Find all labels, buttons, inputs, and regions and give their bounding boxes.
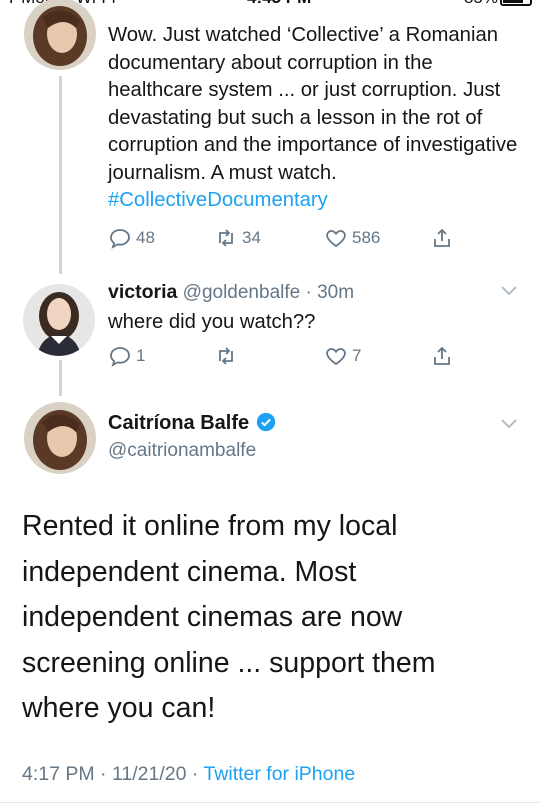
like-icon <box>326 230 346 248</box>
share-button[interactable] <box>430 342 458 370</box>
user-handle[interactable]: @caitrionambalfe <box>108 440 256 462</box>
reply-count: 1 <box>136 346 146 365</box>
verified-badge-icon <box>257 412 276 432</box>
share-button[interactable] <box>430 224 458 252</box>
reply-button[interactable]: 48 <box>108 224 155 252</box>
retweet-icon <box>219 229 233 247</box>
thread-line <box>59 76 62 274</box>
like-icon <box>326 348 346 366</box>
tweet2-actions: 1 7 <box>108 342 458 370</box>
avatar-victoria[interactable] <box>23 284 95 356</box>
tweet2-header: victoria @goldenbalfe · 30m <box>108 281 354 304</box>
reply-count: 48 <box>136 228 155 247</box>
reply-button[interactable]: 1 <box>108 342 145 370</box>
user-name[interactable]: Caitríona Balfe <box>108 412 249 434</box>
avatar-caitriona[interactable] <box>24 402 96 474</box>
avatar-caitriona-top[interactable] <box>24 0 96 70</box>
chevron-down-icon[interactable] <box>500 285 518 297</box>
tweet-body: Wow. Just watched ‘Collective’ a Romania… <box>108 24 518 184</box>
reply-icon <box>110 229 130 249</box>
hashtag-link[interactable]: #CollectiveDocumentary <box>108 189 328 211</box>
tweet3-header: Caitríona Balfe <box>108 412 276 435</box>
retweet-button[interactable]: 34 <box>214 224 261 252</box>
tweet-date: 11/21/20 <box>111 763 187 785</box>
share-icon <box>434 228 450 247</box>
like-count: 7 <box>352 346 362 365</box>
dot-separator: · <box>191 763 199 785</box>
dot-separator: · <box>100 763 107 785</box>
divider <box>0 802 540 803</box>
share-icon <box>434 346 450 365</box>
user-name[interactable]: victoria <box>108 281 177 303</box>
tweet-text: Wow. Just watched ‘Collective’ a Romania… <box>108 22 528 215</box>
battery-percent: 85% <box>464 0 498 8</box>
retweet-button[interactable] <box>214 342 242 370</box>
tweet-age: 30m <box>317 282 355 303</box>
source-link[interactable]: Twitter for iPhone <box>203 763 355 785</box>
status-clock: 4:45 PM <box>247 0 311 8</box>
tweet-time: 4:17 PM <box>22 763 95 785</box>
chevron-down-icon[interactable] <box>500 418 518 430</box>
tweet-meta: 4:17 PM · 11/21/20 · Twitter for iPhone <box>22 763 355 786</box>
like-count: 586 <box>352 228 381 247</box>
reply-icon <box>110 347 130 367</box>
dot-separator: · <box>305 282 312 303</box>
like-button[interactable]: 586 <box>324 224 380 252</box>
user-handle[interactable]: @goldenbalfe <box>183 282 301 303</box>
retweet-count: 34 <box>242 228 261 247</box>
tweet1-actions: 48 34 586 <box>108 224 458 252</box>
battery-icon <box>500 0 532 6</box>
retweet-icon <box>219 347 233 365</box>
thread-line-2 <box>59 360 62 396</box>
like-button[interactable]: 7 <box>324 342 361 370</box>
tweet2-text: where did you watch?? <box>108 311 316 333</box>
tweet3-text: Rented it online from my local independe… <box>22 510 436 724</box>
